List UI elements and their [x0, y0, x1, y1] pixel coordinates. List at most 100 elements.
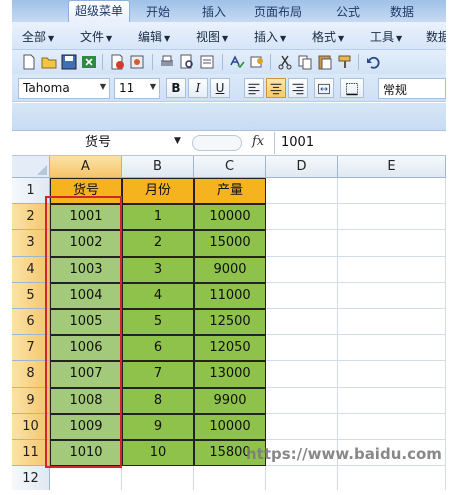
row-header[interactable]: 6 — [12, 309, 50, 336]
cell[interactable] — [266, 256, 338, 283]
data-cell[interactable]: 1008 — [50, 387, 122, 414]
cell[interactable] — [338, 335, 446, 362]
menu-data[interactable]: 数据 — [426, 28, 446, 45]
column-header-d[interactable]: D — [266, 156, 338, 178]
row-header[interactable]: 7 — [12, 335, 50, 362]
data-cell[interactable]: 1007 — [50, 361, 122, 388]
data-cell[interactable]: 6 — [122, 335, 194, 362]
row-header[interactable]: 4 — [12, 256, 50, 283]
data-cell[interactable]: 1010 — [50, 440, 122, 467]
select-all-corner[interactable] — [12, 156, 50, 178]
tab-super-menu[interactable]: 超级菜单 — [68, 0, 131, 22]
name-box[interactable]: 货号 — [14, 133, 182, 153]
tab-formulas[interactable]: 公式 — [330, 2, 366, 22]
cell[interactable] — [266, 361, 338, 388]
column-header-e[interactable]: E — [338, 156, 446, 178]
row-header[interactable]: 10 — [12, 413, 50, 440]
column-header-b[interactable]: B — [122, 156, 194, 178]
chevron-down-icon[interactable]: ▼ — [174, 136, 181, 146]
bold-button[interactable]: B — [166, 78, 186, 98]
data-cell[interactable]: 10000 — [194, 413, 266, 440]
cell[interactable] — [338, 204, 446, 231]
formula-input[interactable]: 1001 — [274, 132, 446, 154]
menu-edit[interactable]: 编辑 ▼ — [138, 28, 170, 45]
font-name-combo[interactable]: Tahoma ▼ — [18, 78, 110, 99]
save-icon[interactable] — [60, 53, 78, 71]
cell[interactable] — [266, 309, 338, 336]
data-cell[interactable]: 8 — [122, 387, 194, 414]
data-cell[interactable]: 1006 — [50, 335, 122, 362]
header-cell[interactable]: 产量 — [194, 178, 266, 205]
row-header[interactable]: 3 — [12, 230, 50, 257]
menu-format[interactable]: 格式 ▼ — [312, 28, 344, 45]
column-header-a[interactable]: A — [50, 156, 122, 178]
data-cell[interactable]: 7 — [122, 361, 194, 388]
align-center-button[interactable] — [266, 78, 286, 98]
data-cell[interactable]: 13000 — [194, 361, 266, 388]
font-size-combo[interactable]: 11 ▼ — [114, 78, 160, 99]
tab-home[interactable]: 开始 — [140, 2, 176, 22]
print-preview-icon[interactable] — [178, 53, 196, 71]
page-setup-icon[interactable] — [198, 53, 216, 71]
data-cell[interactable]: 9 — [122, 413, 194, 440]
cell[interactable] — [266, 335, 338, 362]
menu-file[interactable]: 文件 ▼ — [80, 28, 112, 45]
row-header[interactable]: 12 — [12, 466, 50, 490]
permission-icon[interactable] — [128, 53, 146, 71]
data-cell[interactable]: 1001 — [50, 204, 122, 231]
data-cell[interactable]: 15000 — [194, 230, 266, 257]
copy-icon[interactable] — [296, 53, 314, 71]
data-cell[interactable]: 1002 — [50, 230, 122, 257]
data-cell[interactable]: 3 — [122, 256, 194, 283]
print-icon[interactable] — [158, 53, 176, 71]
data-cell[interactable]: 9900 — [194, 387, 266, 414]
data-cell[interactable]: 9000 — [194, 256, 266, 283]
data-cell[interactable]: 11000 — [194, 282, 266, 309]
number-format-combo[interactable]: 常规 — [378, 78, 446, 99]
tab-page-layout[interactable]: 页面布局 — [248, 2, 308, 22]
formula-bar-resize-handle[interactable] — [192, 135, 242, 151]
tab-insert[interactable]: 插入 — [196, 2, 232, 22]
header-cell[interactable]: 货号 — [50, 178, 122, 205]
cell[interactable] — [338, 230, 446, 257]
borders-button[interactable] — [340, 78, 364, 98]
cut-icon[interactable] — [276, 53, 294, 71]
row-header[interactable]: 11 — [12, 440, 50, 467]
tab-data[interactable]: 数据 — [384, 2, 420, 22]
menu-view[interactable]: 视图 ▼ — [196, 28, 228, 45]
cell[interactable] — [338, 413, 446, 440]
cell[interactable] — [50, 466, 122, 490]
cell[interactable] — [266, 230, 338, 257]
excel-icon[interactable] — [80, 53, 98, 71]
cell[interactable] — [338, 361, 446, 388]
merge-center-button[interactable] — [314, 78, 334, 98]
cell[interactable] — [266, 413, 338, 440]
row-header[interactable]: 1 — [12, 178, 50, 205]
data-cell[interactable]: 5 — [122, 309, 194, 336]
undo-icon[interactable] — [364, 53, 382, 71]
column-header-c[interactable]: C — [194, 156, 266, 178]
row-header[interactable]: 2 — [12, 204, 50, 231]
data-cell[interactable]: 10 — [122, 440, 194, 467]
row-header[interactable]: 8 — [12, 361, 50, 388]
research-icon[interactable] — [248, 53, 266, 71]
underline-button[interactable]: U — [210, 78, 230, 98]
menu-tools[interactable]: 工具 ▼ — [370, 28, 402, 45]
cell[interactable] — [338, 282, 446, 309]
align-left-button[interactable] — [244, 78, 264, 98]
data-cell[interactable]: 12500 — [194, 309, 266, 336]
open-folder-icon[interactable] — [40, 53, 58, 71]
cell[interactable] — [266, 387, 338, 414]
cell[interactable] — [266, 204, 338, 231]
row-header[interactable]: 5 — [12, 282, 50, 309]
data-cell[interactable]: 1005 — [50, 309, 122, 336]
cell[interactable] — [338, 178, 446, 205]
insert-function-icon[interactable]: fx — [252, 134, 264, 149]
menu-insert[interactable]: 插入 ▼ — [254, 28, 286, 45]
cell[interactable] — [122, 466, 194, 490]
italic-button[interactable]: I — [188, 78, 208, 98]
spelling-icon[interactable] — [228, 53, 246, 71]
data-cell[interactable]: 4 — [122, 282, 194, 309]
row-header[interactable]: 9 — [12, 387, 50, 414]
data-cell[interactable]: 12050 — [194, 335, 266, 362]
